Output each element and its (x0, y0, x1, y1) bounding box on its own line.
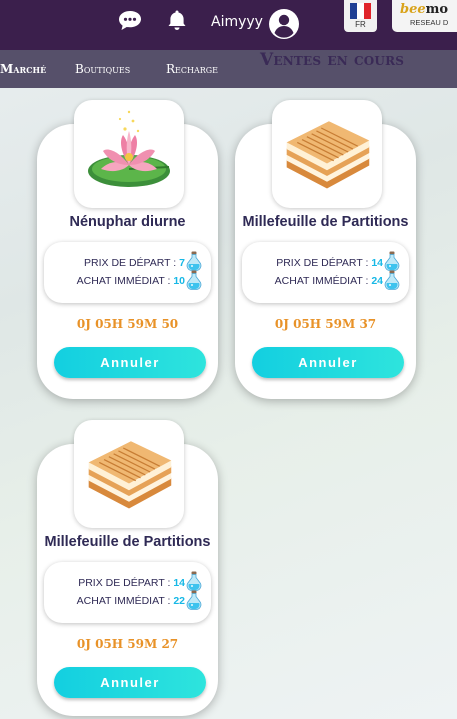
start-price-row: Prix de départ : 14 (78, 577, 185, 589)
avatar-icon[interactable] (268, 8, 300, 45)
buy-price-row: Achat immédiat : 22 (76, 595, 185, 607)
chat-icon[interactable] (118, 9, 142, 36)
sale-card: Millefeuille de Partitions Prix de dépar… (37, 420, 218, 716)
price-box: Prix de départ : 14 Achat immédiat : 22 (44, 562, 211, 623)
time-remaining: 0J 05H 59M 27 (76, 637, 179, 651)
sale-card: Nénuphar diurne Prix de départ : 7 Achat… (37, 100, 218, 399)
sale-card: Millefeuille de Partitions Prix de dépar… (235, 100, 416, 399)
buy-price-value: 24 (371, 275, 383, 287)
millefeuille-icon (81, 433, 177, 516)
potion-icon (383, 251, 401, 271)
item-name: Nénuphar diurne (69, 214, 186, 230)
nav-item-recharge[interactable]: Recharge (166, 62, 218, 76)
cancel-button[interactable]: Annuler (54, 667, 206, 698)
partner-logo[interactable]: beemo RESEAU D (392, 0, 457, 32)
nav-item-marche[interactable]: Marché (0, 62, 46, 76)
buy-price-row: Achat immédiat : 10 (76, 275, 185, 287)
price-box: Prix de départ : 7 Achat immédiat : 10 (44, 242, 211, 303)
partner-subtitle: RESEAU D (410, 18, 449, 27)
millefeuille-icon (279, 113, 375, 196)
start-price-row: Prix de départ : 14 (276, 257, 383, 269)
language-label: FR (355, 20, 366, 29)
potion-icon (383, 270, 401, 290)
item-thumbnail[interactable] (74, 100, 184, 208)
item-thumbnail[interactable] (272, 100, 382, 208)
price-box: Prix de départ : 14 Achat immédiat : 24 (242, 242, 409, 303)
start-price-value: 14 (371, 257, 383, 269)
cancel-button[interactable]: Annuler (252, 347, 404, 378)
item-name: Millefeuille de Partitions (44, 534, 211, 550)
time-remaining: 0J 05H 59M 37 (274, 317, 377, 331)
item-name: Millefeuille de Partitions (242, 214, 409, 230)
language-selector[interactable]: FR (344, 0, 377, 32)
buy-price-value: 10 (173, 275, 185, 287)
potion-icon (185, 251, 203, 271)
username[interactable]: Aimyyy (211, 14, 263, 30)
nav-item-boutiques[interactable]: Boutiques (75, 62, 130, 76)
top-bar: Aimyyy FR beemo RESEAU D (0, 0, 457, 50)
time-remaining: 0J 05H 59M 50 (76, 317, 179, 331)
bell-icon[interactable] (167, 9, 187, 36)
page-title: Ventes en cours (260, 50, 405, 70)
item-thumbnail[interactable] (74, 420, 184, 528)
potion-icon (185, 270, 203, 290)
france-flag-icon (349, 3, 372, 19)
buy-price-row: Achat immédiat : 24 (274, 275, 383, 287)
start-price-row: Prix de départ : 7 (84, 257, 185, 269)
buy-price-value: 22 (173, 595, 185, 607)
potion-icon (185, 571, 203, 591)
cancel-button[interactable]: Annuler (54, 347, 206, 378)
partner-logo-text: beemo (400, 2, 449, 17)
start-price-value: 14 (173, 577, 185, 589)
water-lily-icon (83, 107, 175, 202)
potion-icon (185, 590, 203, 610)
